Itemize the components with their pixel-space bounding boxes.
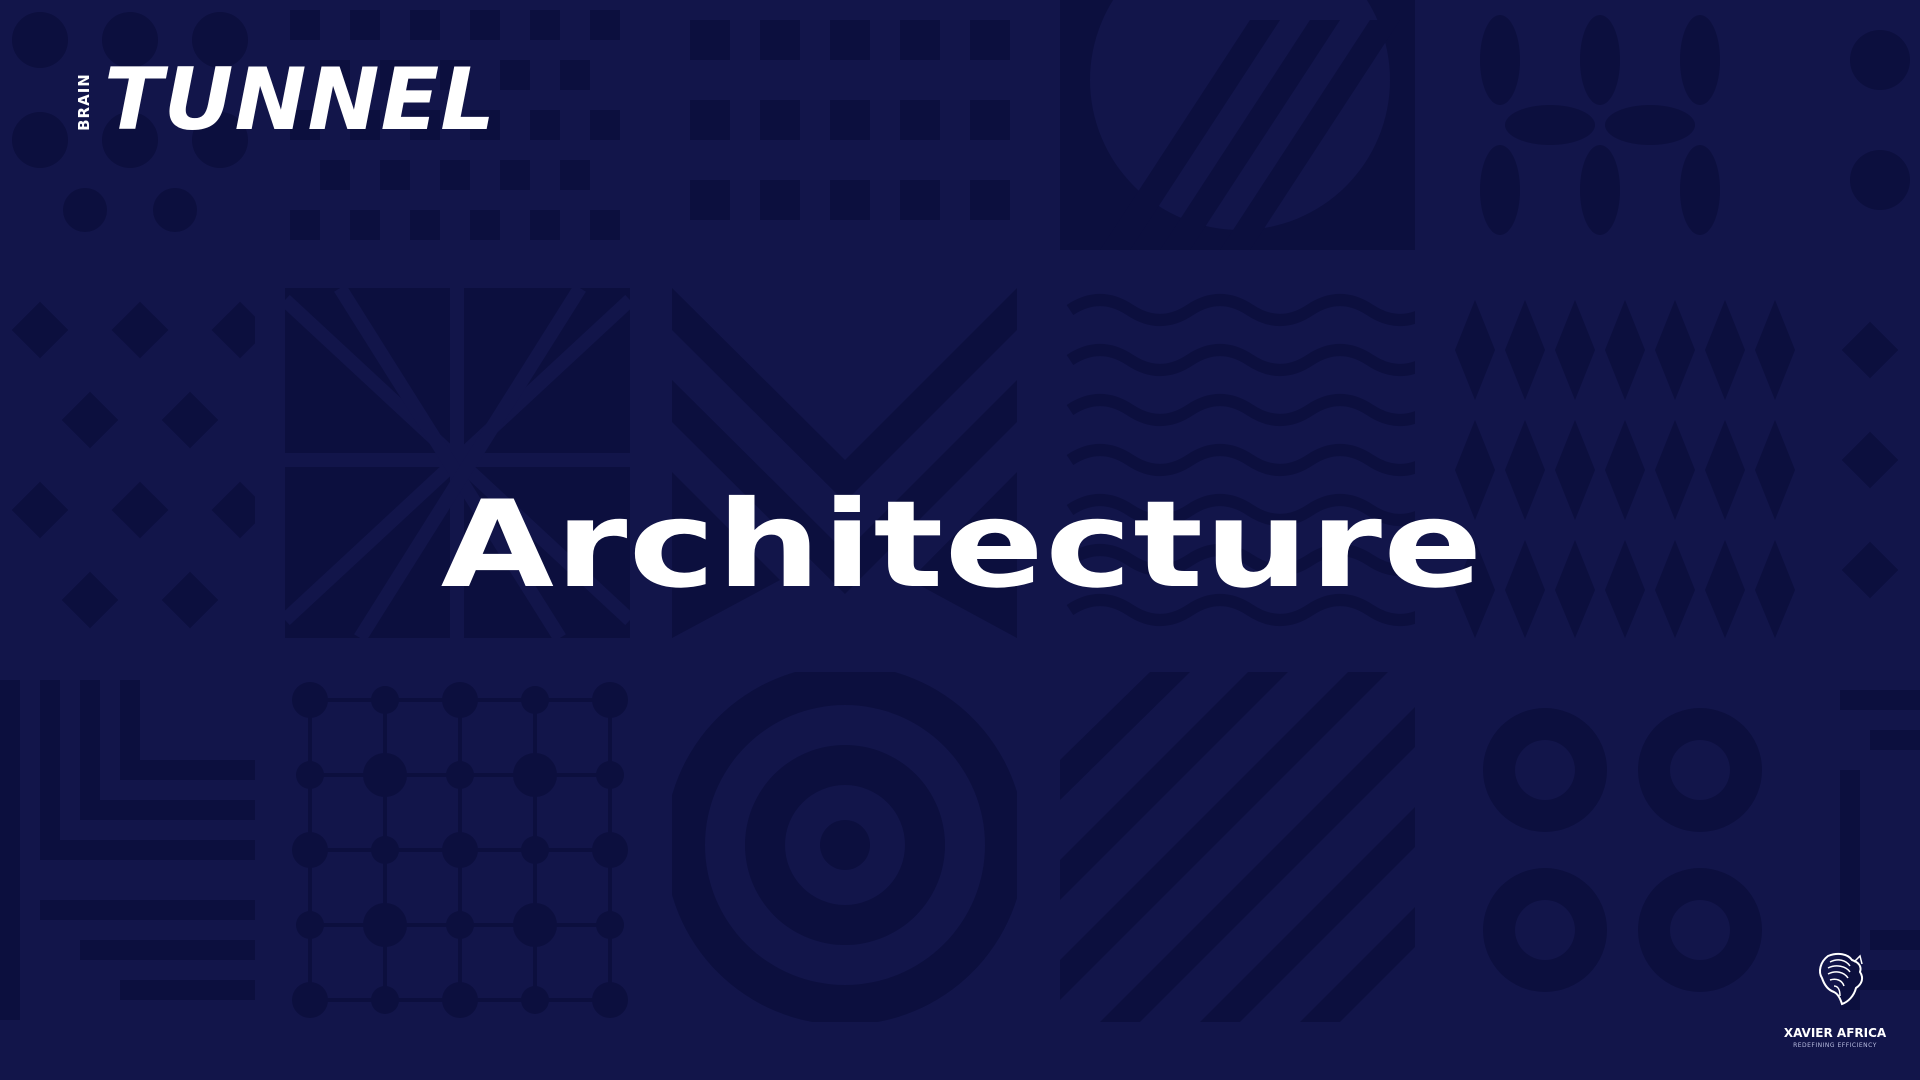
company-tagline: REDEFINING EFFICIENCY: [1793, 1042, 1877, 1049]
brand-logo-big-text: TUNNEL: [104, 50, 496, 150]
brand-logo: BRAIN TUNNEL: [75, 52, 556, 148]
slide-title: Architecture: [440, 476, 1484, 615]
africa-fingerprint-lion-icon: [1819, 952, 1864, 1006]
brand-logo-small-text: BRAIN: [75, 73, 93, 131]
company-logo: XAVIER AFRICA REDEFINING EFFICIENCY: [1780, 948, 1890, 1058]
company-name: XAVIER AFRICA: [1783, 1026, 1887, 1040]
